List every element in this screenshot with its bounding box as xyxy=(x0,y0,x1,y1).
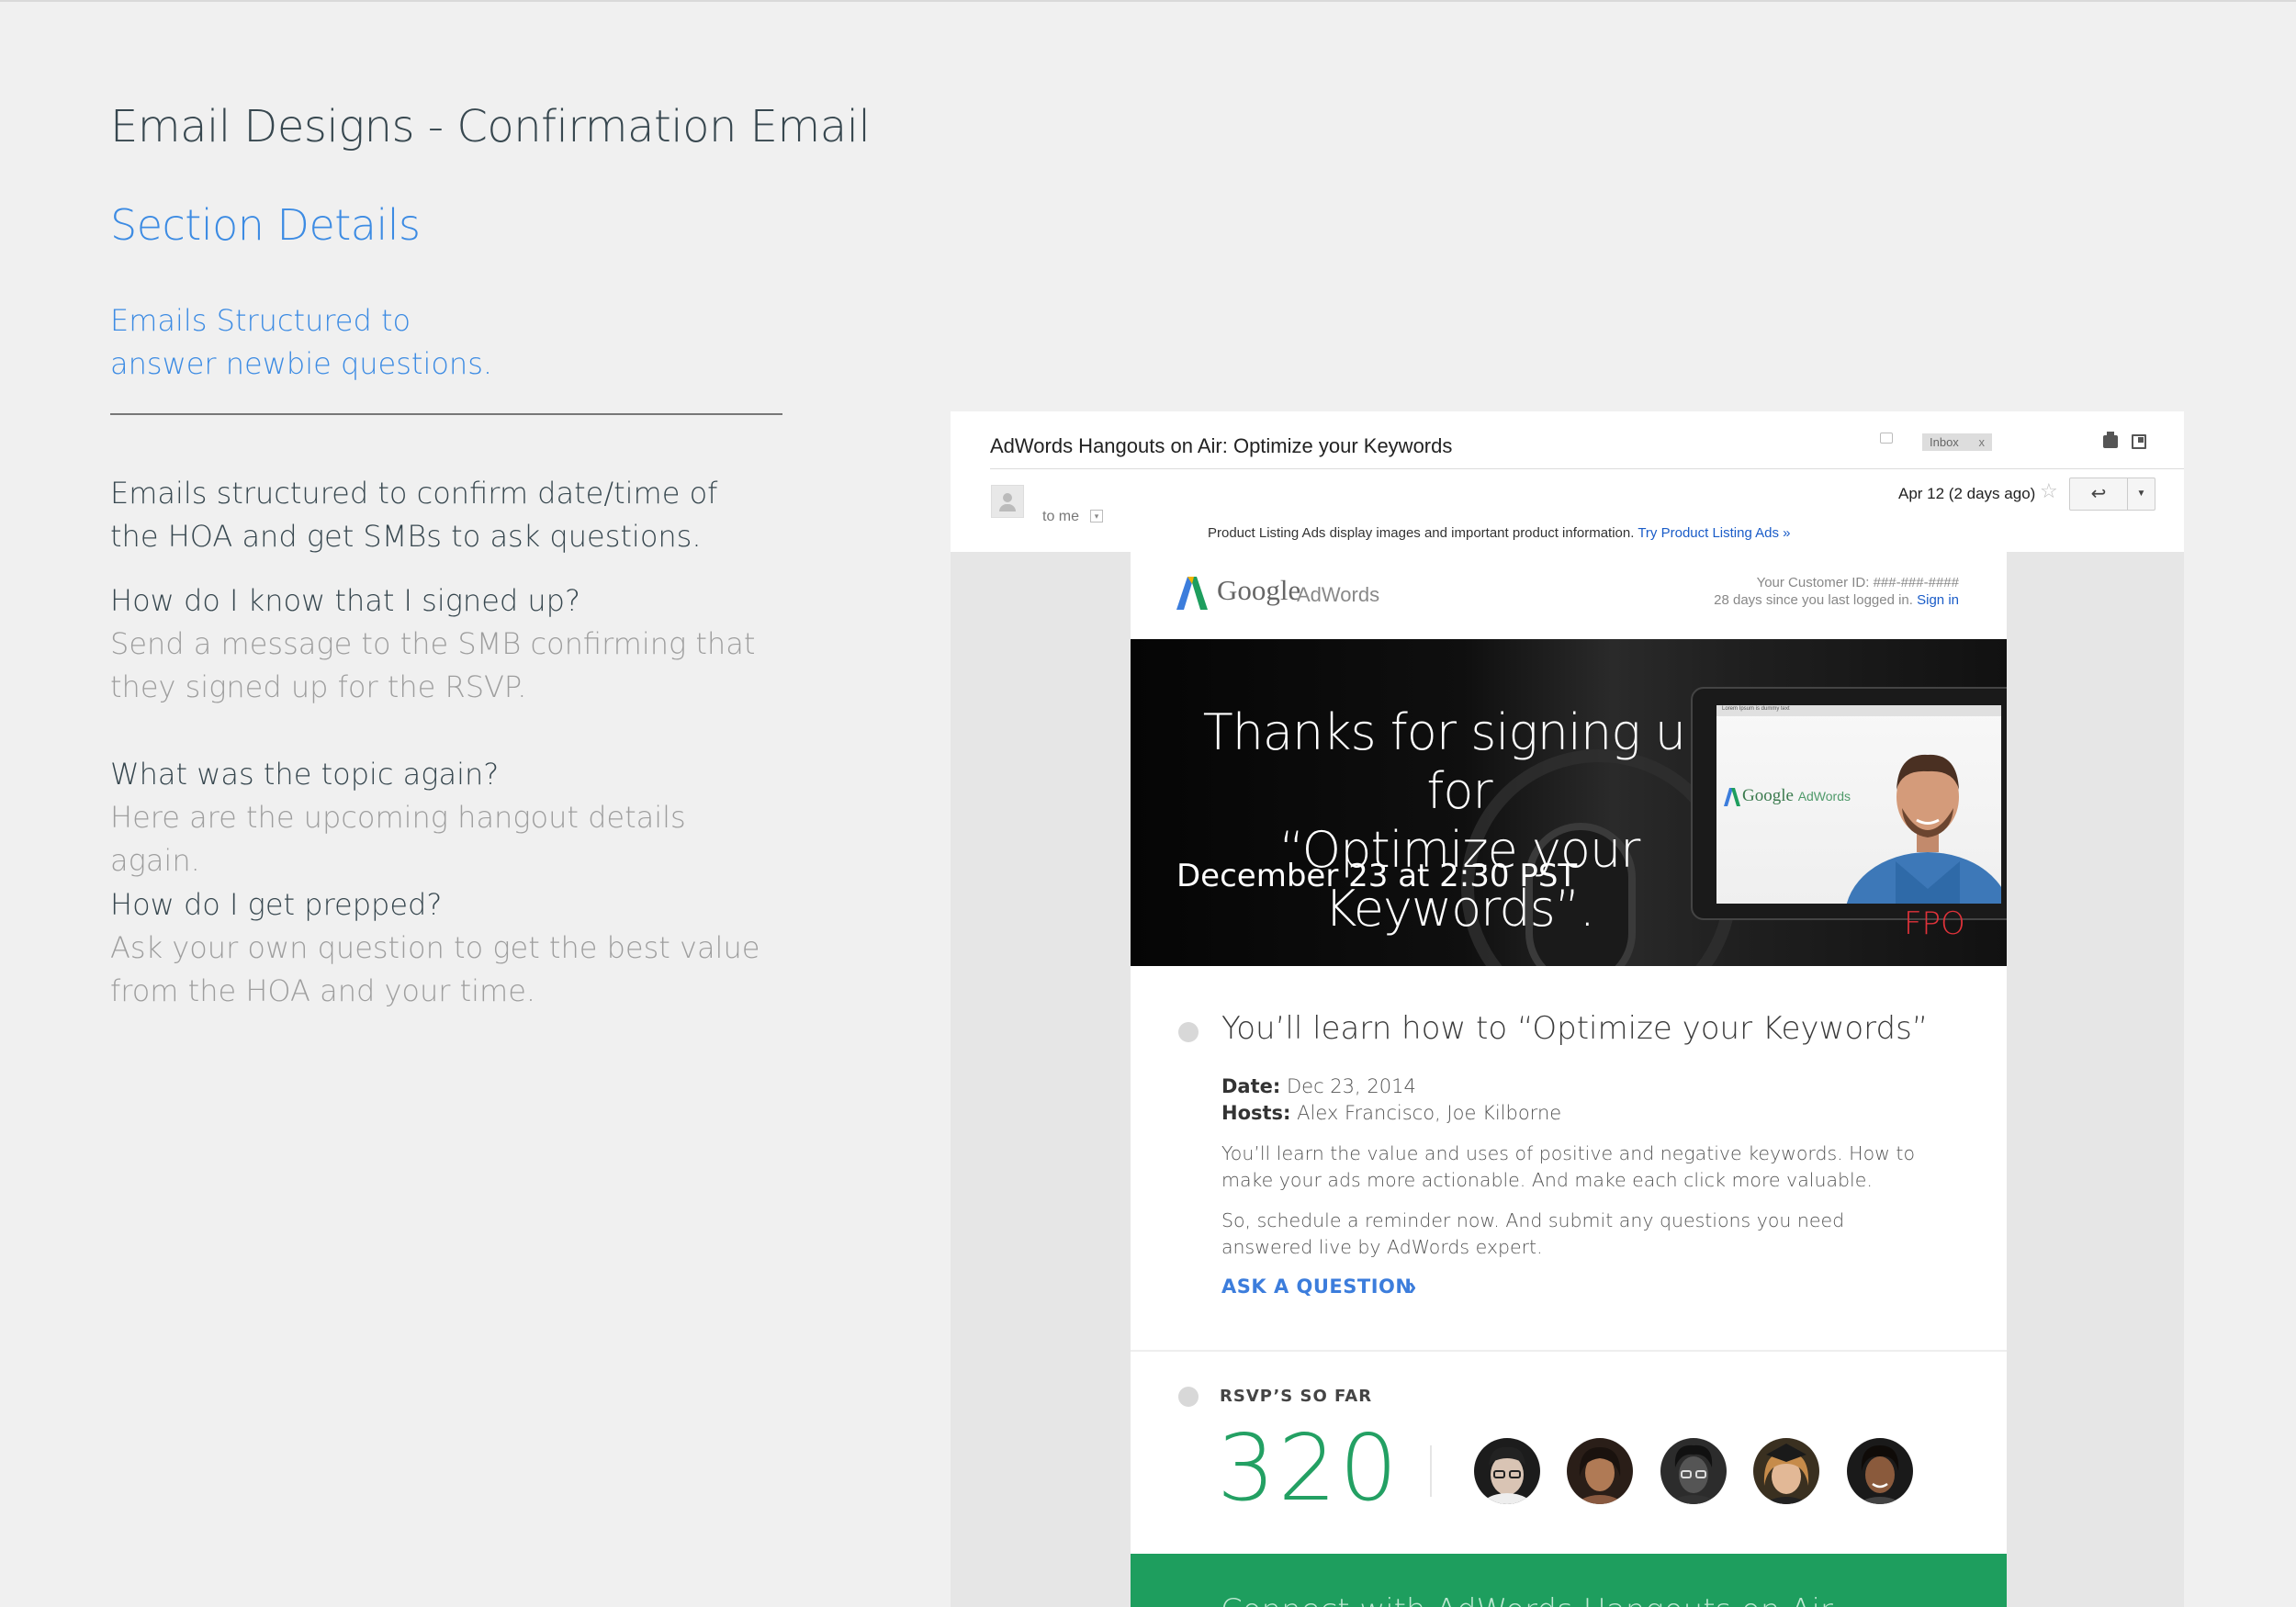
hero-title: Thanks for signing up for “Optimize your… xyxy=(1165,703,1753,938)
new-window-icon[interactable] xyxy=(2132,434,2146,449)
email-client-preview: AdWords Hangouts on Air: Optimize your K… xyxy=(951,411,2184,1607)
learn-title: You’ll learn how to “Optimize your Keywo… xyxy=(1221,1010,1929,1047)
learn-description: You’ll learn the value and uses of posit… xyxy=(1221,1142,1915,1191)
section-bullet xyxy=(1178,1387,1199,1407)
qa-item: How do I know that I signed up? Send a m… xyxy=(110,579,771,709)
product-listing-ads-notice: Product Listing Ads display images and i… xyxy=(1208,525,1791,541)
footer-text: Connect with AdWords Hangouts on Air xyxy=(1221,1592,1833,1607)
email-header: AdWords Hangouts on Air: Optimize your K… xyxy=(951,411,2184,552)
qa-question: How do I know that I signed up? xyxy=(110,583,580,618)
fpo-watermark: FPO xyxy=(1904,905,1965,942)
event-date-line: Date: Dec 23, 2014 xyxy=(1221,1075,1416,1097)
rsvp-section: RSVP’S SO FAR 320 xyxy=(1131,1352,2007,1554)
more-actions-button[interactable]: ▼ xyxy=(2128,478,2155,511)
attendee-avatar xyxy=(1847,1438,1913,1504)
last-login-text: 28 days since you last logged in. xyxy=(1714,592,1913,608)
rsvp-label: RSVP’S SO FAR xyxy=(1220,1387,1373,1406)
qa-answer: Here are the upcoming hangout details ag… xyxy=(110,800,686,878)
attendee-avatar xyxy=(1660,1438,1727,1504)
tablet-bar-text: Lorem Ipsum is dummy text xyxy=(1722,706,1790,712)
pla-text: Product Listing Ads display images and i… xyxy=(1208,525,1635,541)
rsvp-divider xyxy=(1430,1445,1432,1497)
attendee-avatar xyxy=(1474,1438,1540,1504)
tablet-adwords-text: AdWords xyxy=(1797,789,1851,804)
attendee-avatar xyxy=(1567,1438,1633,1504)
star-icon[interactable]: ☆ xyxy=(2040,481,2058,501)
page-title: Email Designs - Confirmation Email xyxy=(110,101,871,152)
presenter-photo xyxy=(1846,754,2001,904)
date-label: Date: xyxy=(1221,1075,1281,1097)
adwords-wordmark: AdWords xyxy=(1297,583,1380,606)
inbox-label-badge[interactable]: Inbox x xyxy=(1922,433,1992,451)
date-value: Dec 23, 2014 xyxy=(1286,1075,1416,1097)
chevron-right-icon[interactable]: › xyxy=(1408,1272,1416,1301)
google-wordmark: Google xyxy=(1217,574,1301,606)
hero-date: December 23 at 2:30 PST xyxy=(1176,858,1578,894)
recipient-text: to me xyxy=(1042,509,1080,524)
hangouts-footer-banner: Connect with AdWords Hangouts on Air xyxy=(1131,1554,2007,1607)
reply-button[interactable]: ↩ xyxy=(2069,478,2128,511)
hero-title-line: Thanks for signing up for xyxy=(1202,703,1717,820)
section-subtitle: Emails Structured to answer newbie quest… xyxy=(110,303,493,381)
tablet-screen: Lorem Ipsum is dummy text Google AdWords xyxy=(1716,705,2001,904)
tablet-image: Lorem Ipsum is dummy text Google AdWords xyxy=(1691,687,2007,920)
ask-question-link[interactable]: ASK A QUESTION xyxy=(1221,1275,1412,1298)
sender-avatar xyxy=(991,485,1024,518)
tablet-toolbar: Lorem Ipsum is dummy text xyxy=(1716,705,2001,716)
qa-answer: Send a message to the SMB confirming tha… xyxy=(110,626,756,704)
hero-banner: Thanks for signing up for “Optimize your… xyxy=(1131,639,2007,966)
inbox-label-text: Inbox xyxy=(1930,435,1959,449)
qa-item: How do I get prepped? Ask your own quest… xyxy=(110,883,771,1013)
top-border xyxy=(0,0,2296,2)
learn-section: You’ll learn how to “Optimize your Keywo… xyxy=(1131,966,2007,1350)
section-divider xyxy=(110,413,782,415)
qa-question: What was the topic again? xyxy=(110,757,500,792)
qa-item: What was the topic again? Here are the u… xyxy=(110,753,771,882)
pla-link[interactable]: Try Product Listing Ads » xyxy=(1638,525,1790,541)
rsvp-count: 320 xyxy=(1217,1414,1401,1522)
reminder-text: So, schedule a reminder now. And submit … xyxy=(1221,1209,1845,1258)
email-subject: AdWords Hangouts on Air: Optimize your K… xyxy=(990,434,1453,457)
recipient-details-dropdown[interactable]: ▾ xyxy=(1090,510,1103,523)
last-login-line: 28 days since you last logged in. Sign i… xyxy=(1714,591,1959,609)
adwords-logo-icon xyxy=(1176,577,1208,610)
label-icon[interactable] xyxy=(1880,433,1893,444)
adwords-logo-icon xyxy=(1724,788,1740,806)
hosts-value: Alex Francisco, Joe Kilborne xyxy=(1297,1102,1562,1124)
attendee-avatar xyxy=(1753,1438,1819,1504)
email-brand-bar: Google AdWords Your Customer ID: ###-###… xyxy=(1131,552,2007,639)
hosts-label: Hosts: xyxy=(1221,1102,1291,1124)
intro-text: Emails structured to confirm date/time o… xyxy=(110,476,718,554)
remove-label-button[interactable]: x xyxy=(1979,433,1986,451)
header-divider xyxy=(990,468,2184,469)
customer-id: Your Customer ID: ###-###-#### xyxy=(1756,575,1959,590)
qa-answer: Ask your own question to get the best va… xyxy=(110,930,760,1008)
tablet-logo-text: Google AdWords xyxy=(1742,786,1851,806)
email-body: Google AdWords Your Customer ID: ###-###… xyxy=(1131,552,2007,1607)
section-title: Section Details xyxy=(110,200,421,250)
section-bullet xyxy=(1178,1022,1199,1042)
qa-question: How do I get prepped? xyxy=(110,887,443,922)
customer-info: Your Customer ID: ###-###-#### 28 days s… xyxy=(1714,574,1959,609)
sign-in-link[interactable]: Sign in xyxy=(1917,592,1959,608)
event-hosts-line: Hosts: Alex Francisco, Joe Kilborne xyxy=(1221,1102,1561,1124)
email-date: Apr 12 (2 days ago) xyxy=(1898,485,2036,502)
print-icon[interactable] xyxy=(2103,432,2118,448)
tablet-google-text: Google xyxy=(1742,786,1794,805)
